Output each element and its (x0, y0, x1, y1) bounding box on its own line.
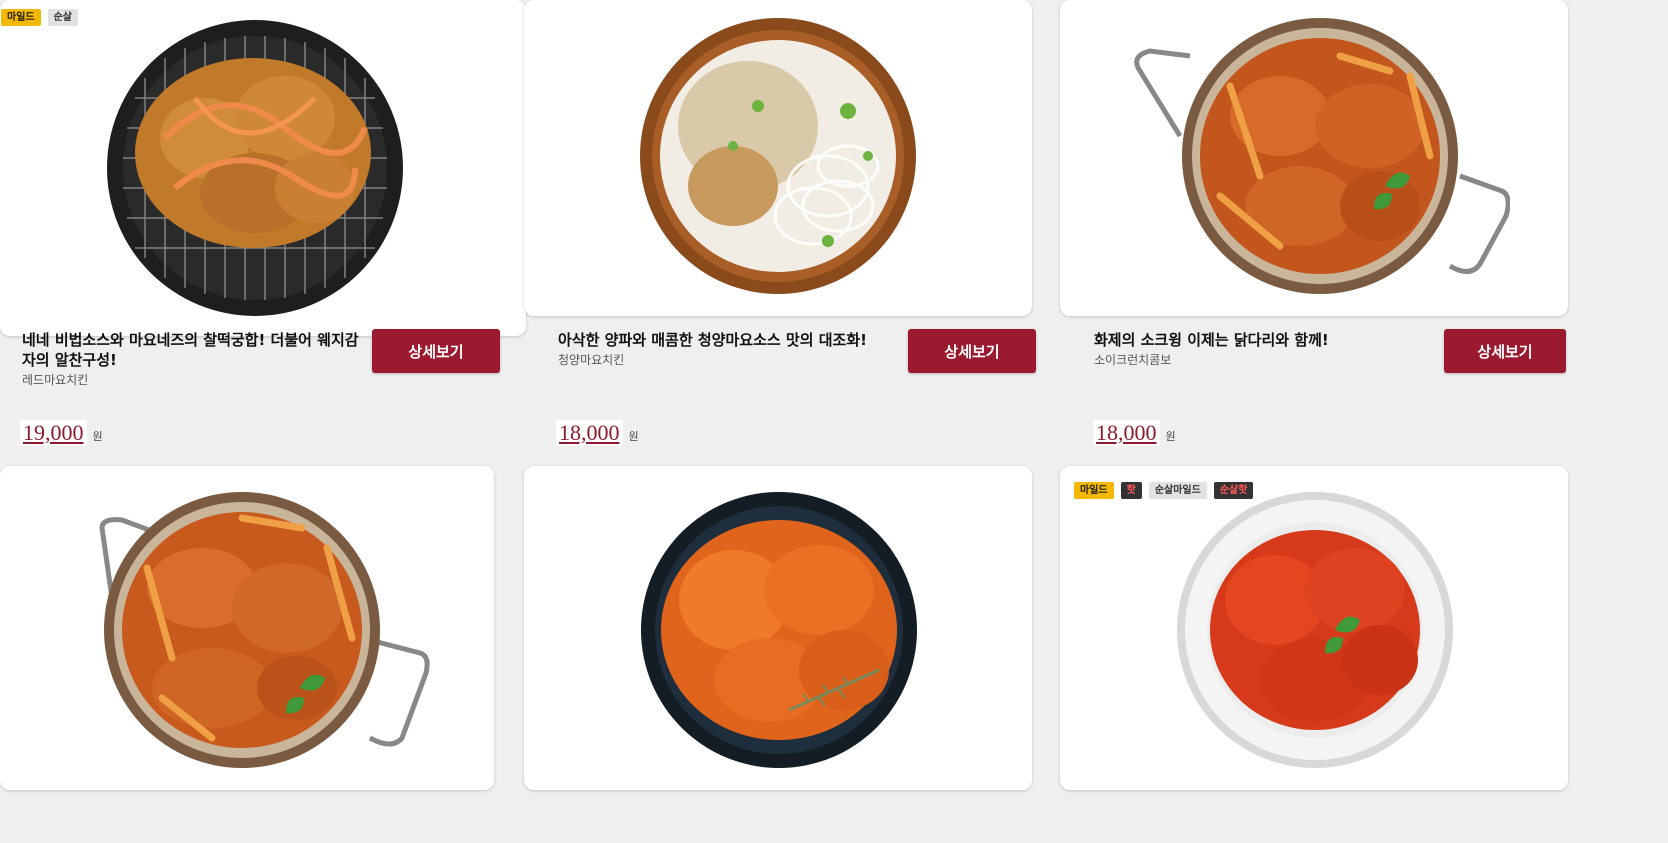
chicken-image (99, 492, 430, 768)
product-name: 레드마요치킨 (22, 373, 89, 387)
price: 19,000 원 (20, 420, 103, 446)
price-value: 19,000 (20, 420, 87, 446)
badge-boneless-mild: 순살마일드 (1148, 482, 1207, 499)
badge-boneless: 순살 (47, 9, 79, 26)
badge-mild: 마일드 (1074, 482, 1114, 499)
chicken-image (107, 20, 403, 316)
detail-button[interactable]: 상세보기 (372, 329, 500, 373)
badge-boneless-hot: 순살핫 (1213, 482, 1254, 499)
price-value: 18,000 (556, 420, 623, 446)
price-unit: 원 (1165, 430, 1176, 443)
product-description: 화제의 소크윙 이제는 닭다리와 함께! (1094, 331, 1329, 349)
badge-group: 마일드 순살 (1, 9, 79, 26)
product-info: 화제의 소크윙 이제는 닭다리와 함께! 소이크런치콤보 (1094, 330, 1434, 368)
detail-button[interactable]: 상세보기 (1444, 329, 1566, 373)
price: 18,000 원 (556, 420, 639, 446)
product-name: 청양마요치킨 (558, 353, 625, 367)
product-card-image[interactable] (524, 466, 1032, 790)
product-card-image[interactable]: 마일드 핫 순살마일드 순살핫 (1060, 466, 1568, 790)
chicken-image (1134, 18, 1510, 294)
chicken-image (1177, 492, 1453, 768)
price: 18,000 원 (1093, 420, 1176, 446)
product-info: 네네 비법소스와 마요네즈의 찰떡궁합! 더불어 웨지감자의 알찬구성! 레드마… (22, 330, 362, 388)
product-card-image[interactable]: 마일드 순살 (0, 0, 526, 336)
product-card-image[interactable] (524, 0, 1032, 316)
product-card-image[interactable] (0, 466, 494, 790)
price-value: 18,000 (1093, 420, 1160, 446)
detail-button[interactable]: 상세보기 (908, 329, 1036, 373)
chicken-image (641, 492, 917, 768)
product-name: 소이크런치콤보 (1094, 353, 1172, 367)
badge-group: 마일드 핫 순살마일드 순살핫 (1074, 482, 1254, 499)
product-info: 아삭한 양파와 매콤한 청양마요소스 맛의 대조화! 청양마요치킨 (558, 330, 898, 368)
product-description: 아삭한 양파와 매콤한 청양마요소스 맛의 대조화! (558, 331, 867, 349)
price-unit: 원 (628, 430, 639, 443)
chicken-image (640, 18, 916, 294)
badge-hot: 핫 (1120, 482, 1142, 499)
price-unit: 원 (92, 430, 103, 443)
product-description: 네네 비법소스와 마요네즈의 찰떡궁합! 더불어 웨지감자의 알찬구성! (22, 331, 359, 369)
badge-mild: 마일드 (1, 9, 41, 26)
product-card-image[interactable] (1060, 0, 1568, 316)
